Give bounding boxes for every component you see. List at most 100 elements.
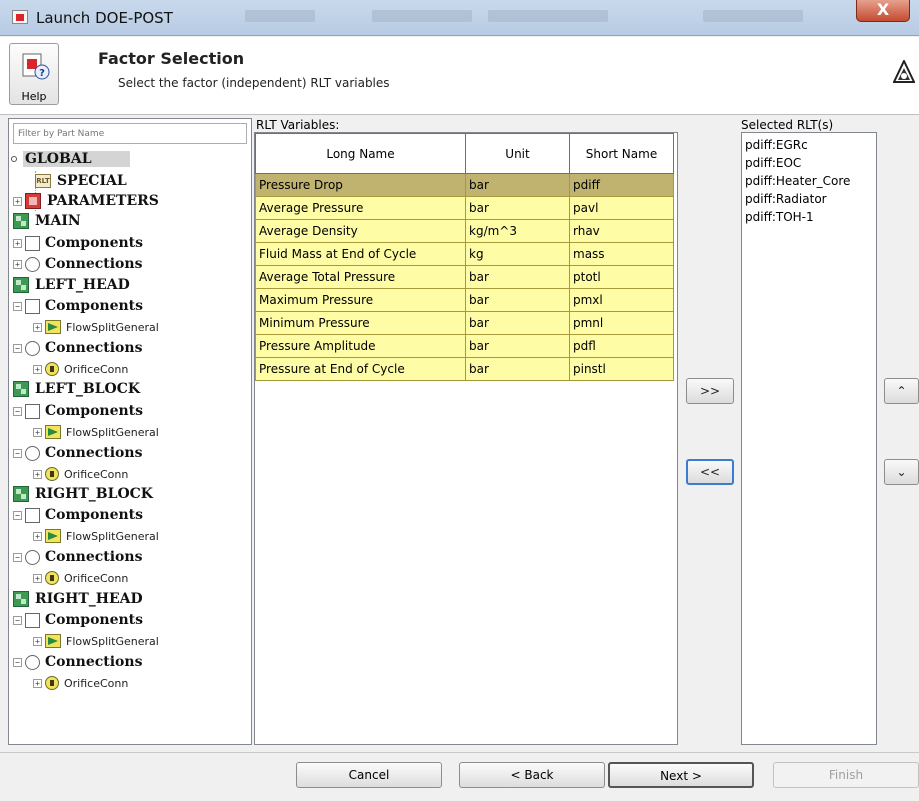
subassembly-icon [13,277,29,293]
orifice-icon [45,467,59,481]
expand-icon[interactable]: + [13,259,22,269]
table-row[interactable]: Average Pressure bar pavl [255,196,674,220]
collapse-icon[interactable]: − [13,406,22,416]
tree-node-components[interactable]: − Components [13,505,143,525]
collapse-icon[interactable]: − [13,657,22,667]
tree-node-flowsplitgeneral[interactable]: + FlowSplitGeneral [33,631,159,651]
window-title: Launch DOE-POST [36,9,173,27]
table-row[interactable]: Pressure Amplitude bar pdfl [255,334,674,358]
next-button[interactable]: Next > [608,762,754,788]
list-item[interactable]: pdiff:Heater_Core [745,174,850,188]
tree-node-orificeconn[interactable]: + OrificeConn [33,464,128,484]
table-row[interactable]: Pressure Drop bar pdiff [255,173,674,197]
add-button[interactable]: >> [686,378,734,404]
logo-icon [893,60,915,83]
tree-node-connections[interactable]: − Connections [13,547,142,567]
table-row[interactable]: Maximum Pressure bar pmxl [255,288,674,312]
flowsplit-icon [45,529,61,543]
expand-icon[interactable]: + [33,531,42,541]
tree-node-connections[interactable]: + Connections [13,254,142,274]
subassembly-icon [13,213,29,229]
table-cell: kg [465,242,570,266]
tree-node-orificeconn[interactable]: + OrificeConn [33,673,128,693]
table-cell: Minimum Pressure [255,311,466,335]
expand-icon[interactable]: + [33,636,42,646]
table-row[interactable]: Pressure at End of Cycle bar pinstl [255,357,674,381]
expand-icon[interactable]: + [33,322,42,332]
orifice-icon [45,676,59,690]
tree-node-left-head[interactable]: LEFT_HEAD [13,275,130,295]
expand-icon[interactable]: + [33,427,42,437]
tree-node-components[interactable]: − Components [13,296,143,316]
subassembly-icon [13,486,29,502]
table-cell: Pressure Amplitude [255,334,466,358]
filter-input[interactable] [13,123,247,144]
expand-icon[interactable]: + [33,469,42,479]
move-down-button[interactable]: ⌄ [884,459,919,485]
tree-node-left-block[interactable]: LEFT_BLOCK [13,379,140,399]
tree-node-connections[interactable]: − Connections [13,338,142,358]
selected-rlt-label: Selected RLT(s) [741,118,834,132]
column-header-short-name[interactable]: Short Name [569,133,674,174]
collapse-icon[interactable]: − [13,510,22,520]
tree-node-flowsplitgeneral[interactable]: + FlowSplitGeneral [33,317,159,337]
blurred-region [245,10,315,22]
connections-icon [25,256,40,272]
remove-button[interactable]: << [686,459,734,485]
list-item[interactable]: pdiff:EGRc [745,138,808,152]
expand-icon[interactable]: + [13,238,22,248]
page-subtitle: Select the factor (independent) RLT vari… [118,76,390,90]
expand-icon[interactable]: + [33,573,42,583]
close-button[interactable]: X [856,0,910,22]
tree-node-parameters[interactable]: + PARAMETERS [13,191,159,211]
table-cell: pavl [569,196,674,220]
list-item[interactable]: pdiff:EOC [745,156,801,170]
back-button[interactable]: < Back [459,762,605,788]
tree-node-global[interactable]: GLOBAL [11,149,130,169]
help-label: Help [21,90,47,103]
collapse-icon[interactable]: − [13,552,22,562]
tree-node-orificeconn[interactable]: + OrificeConn [33,568,128,588]
move-up-button[interactable]: ⌃ [884,378,919,404]
expand-icon[interactable]: + [33,678,42,688]
tree-node-connections[interactable]: − Connections [13,443,142,463]
tree-node-orificeconn[interactable]: + OrificeConn [33,359,128,379]
tree-node-components[interactable]: + Components [13,233,143,253]
tree-node-flowsplitgeneral[interactable]: + FlowSplitGeneral [33,422,159,442]
table-cell: ptotl [569,265,674,289]
table-cell: Average Pressure [255,196,466,220]
expand-icon[interactable]: + [13,196,22,206]
tree-node-components[interactable]: − Components [13,401,143,421]
rlt-variables-label: RLT Variables: [256,118,340,132]
table-cell: bar [465,311,570,335]
collapse-icon[interactable]: − [13,448,22,458]
collapse-icon[interactable]: − [13,615,22,625]
table-row[interactable]: Minimum Pressure bar pmnl [255,311,674,335]
finish-button[interactable]: Finish [773,762,919,788]
components-icon [25,235,40,251]
tree-node-right-head[interactable]: RIGHT_HEAD [13,589,143,609]
tree-node-components[interactable]: − Components [13,610,143,630]
table-row[interactable]: Average Total Pressure bar ptotl [255,265,674,289]
blurred-region [703,10,803,22]
table-cell: kg/m^3 [465,219,570,243]
table-cell: bar [465,265,570,289]
cancel-button[interactable]: Cancel [296,762,442,788]
tree-node-special[interactable]: RLT SPECIAL [35,171,127,191]
table-row[interactable]: Average Density kg/m^3 rhav [255,219,674,243]
tree-node-main[interactable]: MAIN [13,211,81,231]
collapse-icon[interactable]: − [13,343,22,353]
table-row[interactable]: Fluid Mass at End of Cycle kg mass [255,242,674,266]
column-header-long-name[interactable]: Long Name [255,133,466,174]
list-item[interactable]: pdiff:Radiator [745,192,827,206]
collapse-icon[interactable]: − [13,301,22,311]
tree-node-connections[interactable]: − Connections [13,652,142,672]
help-button[interactable]: ? Help [9,43,59,105]
tree-node-right-block[interactable]: RIGHT_BLOCK [13,484,153,504]
list-item[interactable]: pdiff:TOH-1 [745,210,814,224]
expand-icon[interactable]: + [33,364,42,374]
orifice-icon [45,362,59,376]
svg-text:?: ? [39,68,45,79]
tree-node-flowsplitgeneral[interactable]: + FlowSplitGeneral [33,526,159,546]
column-header-unit[interactable]: Unit [465,133,570,174]
